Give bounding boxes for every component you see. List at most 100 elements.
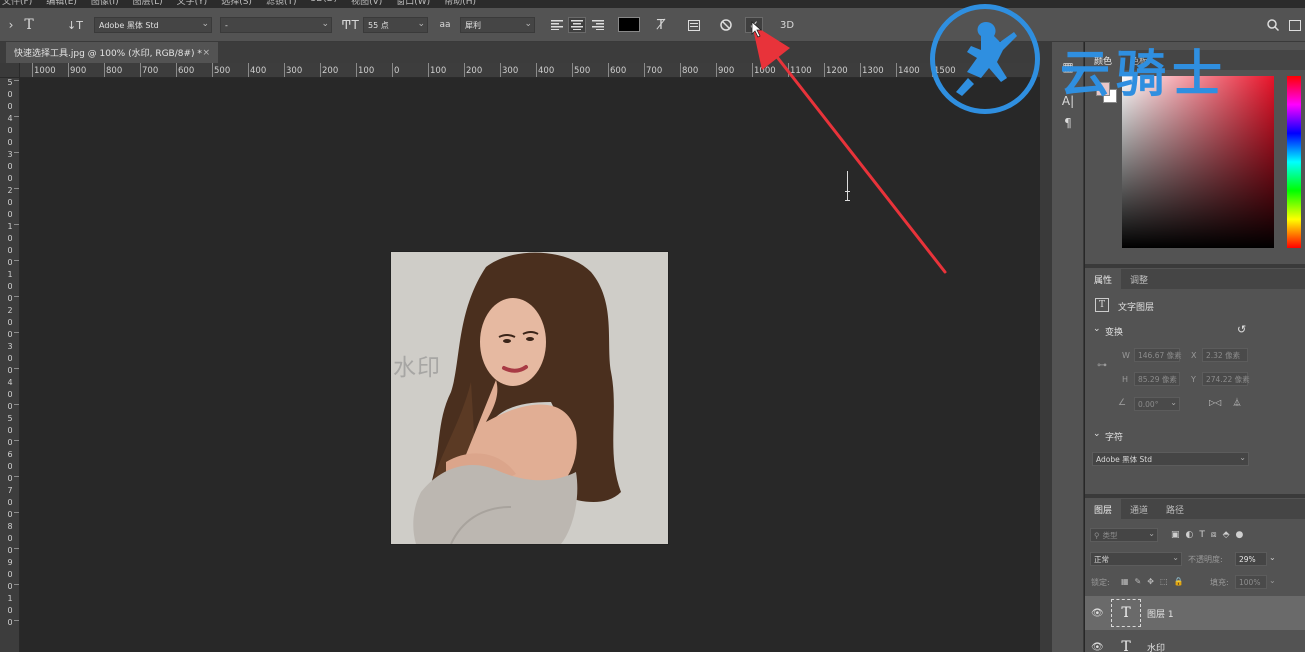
menu-item[interactable]: 选择(S) bbox=[221, 0, 252, 7]
layer-filter-icons[interactable]: ▣◐T⧈⬘● bbox=[1171, 530, 1249, 540]
tab-properties[interactable]: 属性 bbox=[1085, 269, 1122, 289]
menu-item[interactable]: 滤镜(T) bbox=[266, 0, 297, 7]
align-right-icon[interactable] bbox=[589, 17, 607, 33]
chevron-down-icon: ⌄ bbox=[417, 19, 425, 29]
flip-horizontal-icon[interactable]: ▷◁ bbox=[1209, 398, 1221, 407]
search-icon[interactable] bbox=[1264, 17, 1282, 33]
link-icon[interactable]: ⊶ bbox=[1097, 360, 1107, 371]
chevron-down-icon[interactable]: ⌄ bbox=[1269, 553, 1276, 562]
document-tab-title: 快速选择工具.jpg @ 100% (水印, RGB/8#) * bbox=[14, 49, 202, 59]
horizontal-ruler[interactable]: 1000 900 800 700 600 500 400 300 200 100 0 100 200 30… bbox=[20, 63, 1040, 78]
warp-text-icon[interactable]: Ⱦ bbox=[652, 17, 670, 33]
document-tab[interactable]: 快速选择工具.jpg @ 100% (水印, RGB/8#) * × bbox=[6, 42, 218, 63]
toggle-panels-icon[interactable] bbox=[685, 17, 703, 33]
height-field[interactable]: 85.29 像素 bbox=[1134, 372, 1180, 386]
ruler-tick-mark bbox=[14, 512, 19, 513]
ruler-tick-mark bbox=[608, 63, 609, 77]
paragraph-panel-icon[interactable]: ¶ bbox=[1060, 116, 1076, 132]
menu-item[interactable]: 文字(Y) bbox=[177, 0, 208, 7]
tab-channels[interactable]: 通道 bbox=[1121, 499, 1157, 519]
font-size-select[interactable]: 55 点 ⌄ bbox=[363, 17, 428, 33]
font-family-value: Adobe 黑体 Std bbox=[99, 20, 159, 30]
antialias-icon: aa bbox=[439, 20, 451, 30]
ruler-tick-label: 0 bbox=[7, 570, 13, 579]
document-tab-bar: 快速选择工具.jpg @ 100% (水印, RGB/8#) * × bbox=[0, 42, 1040, 63]
opacity-field[interactable]: 29% bbox=[1235, 552, 1267, 566]
x-field[interactable]: 2.32 像素 bbox=[1202, 348, 1248, 362]
menu-item[interactable]: 帮助(H) bbox=[444, 0, 476, 7]
cancel-edits-icon[interactable] bbox=[717, 17, 735, 33]
chevron-down-icon[interactable]: ⌄ bbox=[1093, 324, 1101, 334]
eye-icon[interactable]: 👁 bbox=[1091, 608, 1104, 619]
menu-item[interactable]: 文件(F) bbox=[2, 0, 32, 7]
fill-label: 填充: bbox=[1210, 578, 1229, 587]
layer-filter-select[interactable]: ⚲ 类型 ⌄ bbox=[1090, 528, 1158, 542]
eye-icon[interactable]: 👁 bbox=[1091, 642, 1104, 652]
chevron-down-icon[interactable]: ⌄ bbox=[1269, 576, 1276, 585]
align-left-icon[interactable] bbox=[548, 17, 566, 33]
character-section-label[interactable]: 字符 bbox=[1105, 430, 1123, 443]
commit-edits-icon[interactable]: ✓ bbox=[745, 17, 763, 33]
menu-item[interactable]: 3D(D) bbox=[310, 0, 337, 7]
reset-transform-icon[interactable]: ↺ bbox=[1237, 323, 1246, 336]
horizontal-type-tool-icon[interactable]: T bbox=[20, 17, 38, 33]
toggle-text-orientation-icon[interactable]: ↓T bbox=[64, 17, 86, 33]
ruler-tick-label: 0 bbox=[7, 126, 13, 135]
y-field[interactable]: 274.22 像素 bbox=[1202, 372, 1250, 386]
character-font-select[interactable]: Adobe 黑体 Std ⌄ bbox=[1092, 452, 1249, 466]
character-panel-icon[interactable]: A| bbox=[1060, 94, 1076, 110]
blend-mode-select[interactable]: 正常 ⌄ bbox=[1090, 552, 1182, 566]
ruler-tick-label: 4 bbox=[7, 378, 13, 387]
type-cursor bbox=[845, 171, 850, 201]
vertical-ruler[interactable]: 5 0 0 4 0 0 3 0 0 2 0 0 1 0 0 0 1 0 0 2 0 0 3 0 0 4 0 0 5 0 0 6 0 0 7 0 0 8 0 0… bbox=[0, 78, 20, 652]
antialias-select[interactable]: 犀利 ⌄ bbox=[460, 17, 535, 33]
document-image[interactable]: 水印 bbox=[391, 252, 668, 544]
tab-layers[interactable]: 图层 bbox=[1085, 499, 1122, 519]
font-size-value: 55 点 bbox=[368, 20, 389, 30]
align-center-icon[interactable] bbox=[568, 17, 586, 33]
tool-preset-arrow-icon[interactable]: › bbox=[2, 17, 20, 33]
menu-item[interactable]: 窗口(W) bbox=[396, 0, 430, 7]
chevron-down-icon[interactable]: ⌄ bbox=[1093, 429, 1101, 439]
lock-icons[interactable]: ▦✎✥⬚🔒 bbox=[1121, 577, 1189, 586]
fill-field[interactable]: 100% bbox=[1235, 575, 1267, 589]
document-canvas[interactable]: 水印 bbox=[21, 79, 1040, 652]
ruler-tick-label: 600 bbox=[178, 66, 195, 76]
tab-paths[interactable]: 路径 bbox=[1157, 499, 1193, 519]
ruler-origin[interactable] bbox=[0, 63, 20, 78]
ruler-tick-label: 0 bbox=[7, 246, 13, 255]
color-picker-field[interactable] bbox=[1122, 76, 1274, 248]
ruler-tick-mark bbox=[356, 63, 357, 77]
width-field[interactable]: 146.67 像素 bbox=[1134, 348, 1182, 362]
layer-row[interactable]: 👁 T 图层 1 bbox=[1085, 596, 1305, 630]
menu-item[interactable]: 视图(V) bbox=[351, 0, 382, 7]
ruler-tick-label: 0 bbox=[7, 282, 13, 291]
font-style-select[interactable]: - ⌄ bbox=[220, 17, 332, 33]
text-color-swatch[interactable] bbox=[618, 17, 640, 32]
dock-divider[interactable] bbox=[1040, 42, 1052, 652]
layer-row[interactable]: 👁 T 水印 bbox=[1085, 630, 1305, 652]
flip-vertical-icon[interactable]: ⏅ bbox=[1233, 397, 1241, 408]
tab-adjustments[interactable]: 调整 bbox=[1121, 269, 1157, 289]
menu-item[interactable]: 图像(I) bbox=[91, 0, 119, 7]
menu-item[interactable]: 编辑(E) bbox=[46, 0, 77, 7]
ruler-tick-mark bbox=[680, 63, 681, 77]
x-label: X bbox=[1191, 351, 1197, 360]
transform-section-label[interactable]: 变换 bbox=[1105, 325, 1123, 338]
foreground-color-swatch[interactable] bbox=[1096, 82, 1110, 96]
tab-color[interactable]: 颜色 bbox=[1085, 50, 1122, 70]
collapsed-panel-icon[interactable]: ▦ bbox=[1060, 60, 1076, 76]
tab-swatches[interactable]: 色板 bbox=[1121, 50, 1157, 70]
close-icon[interactable]: × bbox=[202, 48, 210, 58]
blend-mode-value: 正常 bbox=[1094, 554, 1109, 564]
chevron-down-icon: ⌄ bbox=[201, 19, 209, 29]
angle-field[interactable]: 0.00° ⌄ bbox=[1134, 397, 1180, 411]
create-3d-icon[interactable]: 3D bbox=[776, 17, 798, 33]
hue-slider[interactable] bbox=[1287, 76, 1301, 248]
workspace-icon[interactable] bbox=[1286, 17, 1304, 33]
font-family-select[interactable]: Adobe 黑体 Std ⌄ bbox=[94, 17, 212, 33]
layer-name[interactable]: 水印 bbox=[1147, 641, 1165, 652]
watermark-text-layer[interactable]: 水印 bbox=[393, 348, 441, 382]
menu-item[interactable]: 图层(L) bbox=[133, 0, 163, 7]
layer-name[interactable]: 图层 1 bbox=[1147, 607, 1174, 620]
